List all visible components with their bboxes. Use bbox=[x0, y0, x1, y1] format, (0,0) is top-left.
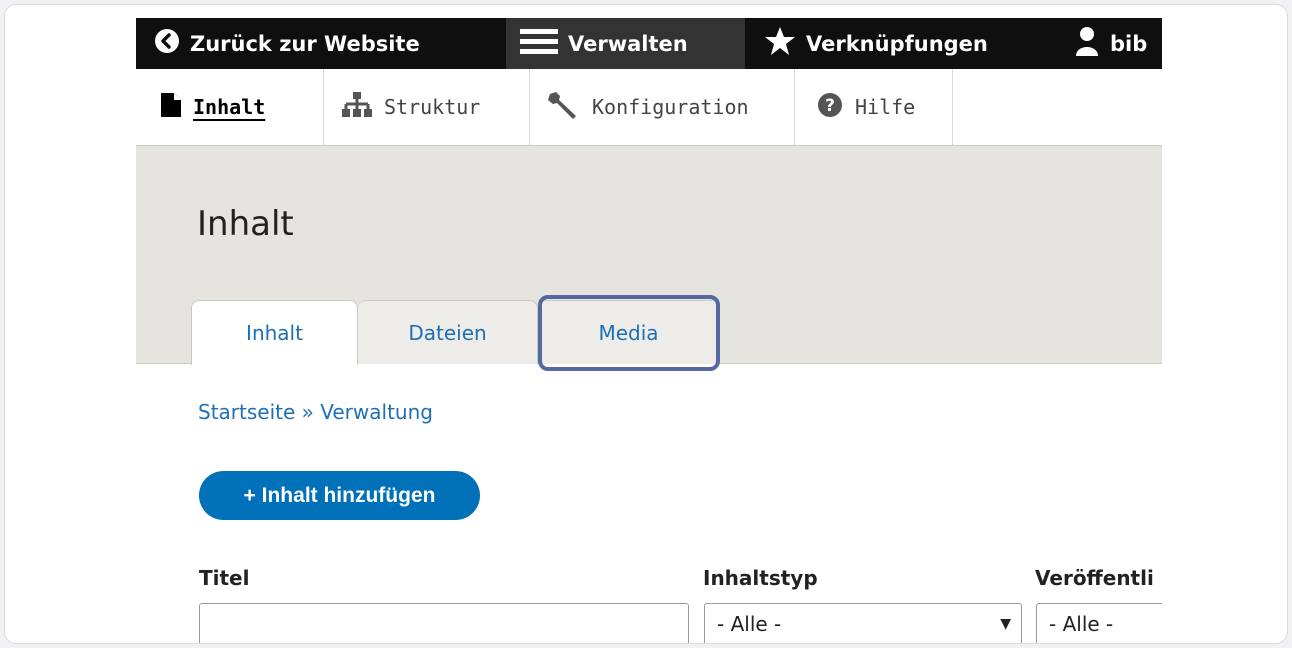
chevron-left-circle-icon bbox=[154, 28, 180, 59]
admin-tray: Inhalt Struktur Konfiguration ? Hilfe bbox=[136, 69, 1162, 146]
tray-item-content-label: Inhalt bbox=[193, 95, 266, 119]
media-tab-highlight bbox=[538, 295, 720, 371]
star-icon bbox=[764, 26, 796, 61]
tray-item-structure[interactable]: Struktur bbox=[323, 69, 530, 145]
admin-toolbar: Zurück zur Website Verwalten Verknüpfung… bbox=[136, 18, 1162, 69]
user-icon bbox=[1074, 26, 1100, 61]
caret-down-icon: ▼ bbox=[1000, 616, 1011, 632]
sitemap-icon bbox=[342, 91, 372, 123]
type-filter-value: - Alle - bbox=[717, 612, 782, 636]
menu-icon bbox=[520, 26, 558, 61]
tab-content[interactable]: Inhalt bbox=[191, 300, 358, 365]
back-to-site-link[interactable]: Zurück zur Website bbox=[154, 18, 420, 69]
status-filter-select[interactable]: - Alle - bbox=[1036, 603, 1162, 643]
title-filter-input[interactable] bbox=[199, 603, 689, 643]
breadcrumb[interactable]: Startseite » Verwaltung bbox=[198, 400, 433, 424]
manage-tab[interactable]: Verwalten bbox=[506, 18, 745, 69]
shortcuts-label: Verknüpfungen bbox=[806, 31, 988, 56]
type-filter-label: Inhaltstyp bbox=[703, 566, 818, 590]
document-icon bbox=[161, 92, 181, 122]
shortcuts-tab[interactable]: Verknüpfungen bbox=[764, 18, 988, 69]
add-content-button[interactable]: + Inhalt hinzufügen bbox=[199, 471, 480, 520]
tab-files[interactable]: Dateien bbox=[358, 300, 538, 364]
screenshot-card: Zurück zur Website Verwalten Verknüpfung… bbox=[4, 4, 1288, 644]
user-label: bib bbox=[1110, 31, 1148, 56]
back-to-site-label: Zurück zur Website bbox=[190, 31, 420, 56]
user-tab[interactable]: bib bbox=[1074, 18, 1147, 69]
wrench-icon bbox=[546, 90, 580, 125]
tray-item-help-label: Hilfe bbox=[855, 95, 916, 119]
title-filter-label: Titel bbox=[199, 566, 250, 590]
question-circle-icon: ? bbox=[817, 92, 843, 123]
page-title: Inhalt bbox=[197, 204, 294, 244]
manage-label: Verwalten bbox=[568, 31, 688, 56]
tray-item-content[interactable]: Inhalt bbox=[136, 69, 323, 145]
tray-item-help[interactable]: ? Hilfe bbox=[795, 69, 953, 145]
tray-item-structure-label: Struktur bbox=[384, 95, 481, 119]
tray-item-configuration-label: Konfiguration bbox=[592, 95, 749, 119]
svg-text:?: ? bbox=[825, 96, 835, 116]
type-filter-select[interactable]: - Alle - ▼ bbox=[704, 603, 1022, 643]
tray-item-configuration[interactable]: Konfiguration bbox=[530, 69, 795, 145]
browser-viewport: Zurück zur Website Verwalten Verknüpfung… bbox=[136, 18, 1162, 643]
status-filter-value: - Alle - bbox=[1049, 612, 1114, 636]
status-filter-label: Veröffentli bbox=[1035, 566, 1154, 590]
